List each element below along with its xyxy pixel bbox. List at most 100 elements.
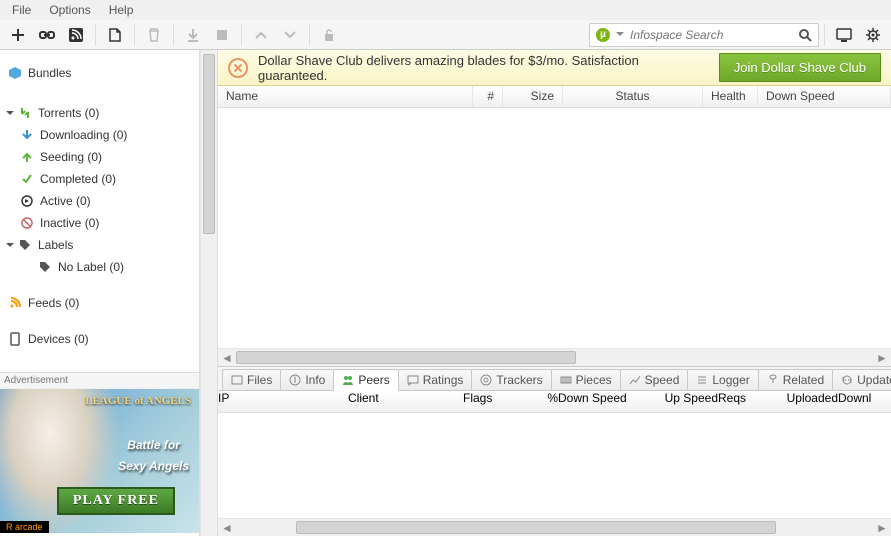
col-name[interactable]: Name: [218, 86, 473, 107]
sidebar-nolabel[interactable]: No Label (0): [0, 256, 199, 278]
sidebar-torrents[interactable]: Torrents (0): [0, 102, 199, 124]
banner-button[interactable]: Join Dollar Shave Club: [719, 53, 881, 82]
ad-play-button[interactable]: PLAY FREE: [57, 487, 175, 515]
caret-icon[interactable]: [6, 243, 14, 247]
pcol-flags[interactable]: Flags: [463, 391, 513, 412]
ad-text: Battle forSexy Angels: [118, 433, 189, 475]
torrent-icon: [18, 106, 32, 120]
ad-section: Advertisement LEAGUE of ANGELS Battle fo…: [0, 372, 199, 536]
toolbar: µ: [0, 20, 891, 50]
create-torrent-button[interactable]: [101, 22, 129, 48]
pcol-uploaded[interactable]: Uploaded: [763, 391, 838, 412]
add-torrent-button[interactable]: [4, 22, 32, 48]
caret-icon[interactable]: [6, 111, 14, 115]
hscrollbar[interactable]: ◄ ►: [218, 348, 891, 366]
label-icon: [38, 260, 52, 274]
tab-logger[interactable]: Logger: [687, 369, 758, 390]
col-num[interactable]: #: [473, 86, 503, 107]
device-icon: [8, 332, 22, 346]
sidebar-downloading[interactable]: Downloading (0): [0, 124, 199, 146]
dropdown-icon[interactable]: [616, 32, 624, 37]
col-health[interactable]: Health: [703, 86, 758, 107]
sidebar-devices[interactable]: Devices (0): [0, 328, 199, 350]
seeding-icon: [20, 150, 34, 164]
svg-text:i: i: [294, 374, 297, 386]
pcol-client[interactable]: Client: [348, 391, 463, 412]
scroll-left-icon[interactable]: ◄: [218, 519, 236, 536]
sidebar-feeds[interactable]: Feeds (0): [0, 292, 199, 314]
move-down-button[interactable]: [276, 22, 304, 48]
label: Bundles: [28, 66, 71, 80]
sidebar-completed[interactable]: Completed (0): [0, 168, 199, 190]
detail-hscrollbar[interactable]: ◄ ►: [218, 518, 891, 536]
search-icon[interactable]: [798, 28, 812, 42]
pcol-pct[interactable]: %: [513, 391, 558, 412]
pcol-ip[interactable]: IP: [218, 391, 348, 412]
scroll-right-icon[interactable]: ►: [873, 519, 891, 536]
tab-updates[interactable]: Updates: [832, 369, 891, 390]
search-box[interactable]: µ: [589, 23, 819, 47]
detail-tabs: Files iInfo Peers Ratings Trackers Piece…: [218, 367, 891, 391]
start-button[interactable]: [179, 22, 207, 48]
tab-trackers[interactable]: Trackers: [471, 369, 551, 390]
sidebar-inactive[interactable]: Inactive (0): [0, 212, 199, 234]
tab-related[interactable]: Related: [758, 369, 833, 390]
sidebar-seeding[interactable]: Seeding (0): [0, 146, 199, 168]
menu-file[interactable]: File: [4, 1, 39, 19]
label: Completed (0): [40, 172, 116, 186]
col-downspeed[interactable]: Down Speed: [758, 86, 891, 107]
add-rss-button[interactable]: [62, 22, 90, 48]
inactive-icon: [20, 216, 34, 230]
peers-body: [218, 413, 891, 518]
tab-ratings[interactable]: Ratings: [398, 369, 473, 390]
remove-button[interactable]: [140, 22, 168, 48]
bundles-icon: [8, 66, 22, 80]
torrent-list-body: [218, 108, 891, 348]
tab-speed[interactable]: Speed: [620, 369, 689, 390]
scroll-left-icon[interactable]: ◄: [218, 349, 236, 366]
peers-header: IP Client Flags % Down Speed Up Speed Re…: [218, 391, 891, 413]
utorrent-icon: µ: [596, 28, 610, 42]
menu-options[interactable]: Options: [41, 1, 98, 19]
ad-banner: Dollar Shave Club delivers amazing blade…: [218, 50, 891, 86]
add-url-button[interactable]: [33, 22, 61, 48]
sidebar-scrollbar[interactable]: [200, 50, 218, 536]
pcol-reqs[interactable]: Reqs: [718, 391, 763, 412]
label: Feeds (0): [28, 296, 79, 310]
rss-icon: [8, 296, 22, 310]
pcol-upspeed[interactable]: Up Speed: [643, 391, 718, 412]
ad-logo: LEAGUE of ANGELS: [85, 395, 191, 407]
col-size[interactable]: Size: [503, 86, 563, 107]
preferences-button[interactable]: [859, 22, 887, 48]
stop-button[interactable]: [208, 22, 236, 48]
active-icon: [20, 194, 34, 208]
pcol-downspeed[interactable]: Down Speed: [558, 391, 643, 412]
download-icon: [20, 128, 34, 142]
sidebar-labels[interactable]: Labels: [0, 234, 199, 256]
label: Inactive (0): [40, 216, 99, 230]
tab-peers[interactable]: Peers: [333, 369, 398, 391]
ad-image[interactable]: LEAGUE of ANGELS Battle forSexy Angels P…: [0, 389, 199, 533]
move-up-button[interactable]: [247, 22, 275, 48]
tree: Bundles Torrents (0) Downloading (0) See…: [0, 50, 199, 358]
sidebar-active[interactable]: Active (0): [0, 190, 199, 212]
label: Torrents (0): [38, 106, 99, 120]
unlock-button[interactable]: [315, 22, 343, 48]
ad-badge: R arcade: [0, 521, 49, 533]
pcol-downl[interactable]: Downl: [838, 391, 891, 412]
completed-icon: [20, 172, 34, 186]
search-input[interactable]: [630, 28, 792, 42]
tab-info[interactable]: iInfo: [280, 369, 334, 390]
sidebar-bundles[interactable]: Bundles: [0, 58, 199, 88]
tab-pieces[interactable]: Pieces: [551, 369, 621, 390]
menubar: File Options Help: [0, 0, 891, 20]
label: Downloading (0): [40, 128, 127, 142]
menu-help[interactable]: Help: [101, 1, 142, 19]
tab-files[interactable]: Files: [222, 369, 281, 390]
ad-label: Advertisement: [0, 373, 199, 389]
remote-button[interactable]: [830, 22, 858, 48]
label: No Label (0): [58, 260, 124, 274]
col-status[interactable]: Status: [563, 86, 703, 107]
scroll-right-icon[interactable]: ►: [873, 349, 891, 366]
label: Active (0): [40, 194, 91, 208]
